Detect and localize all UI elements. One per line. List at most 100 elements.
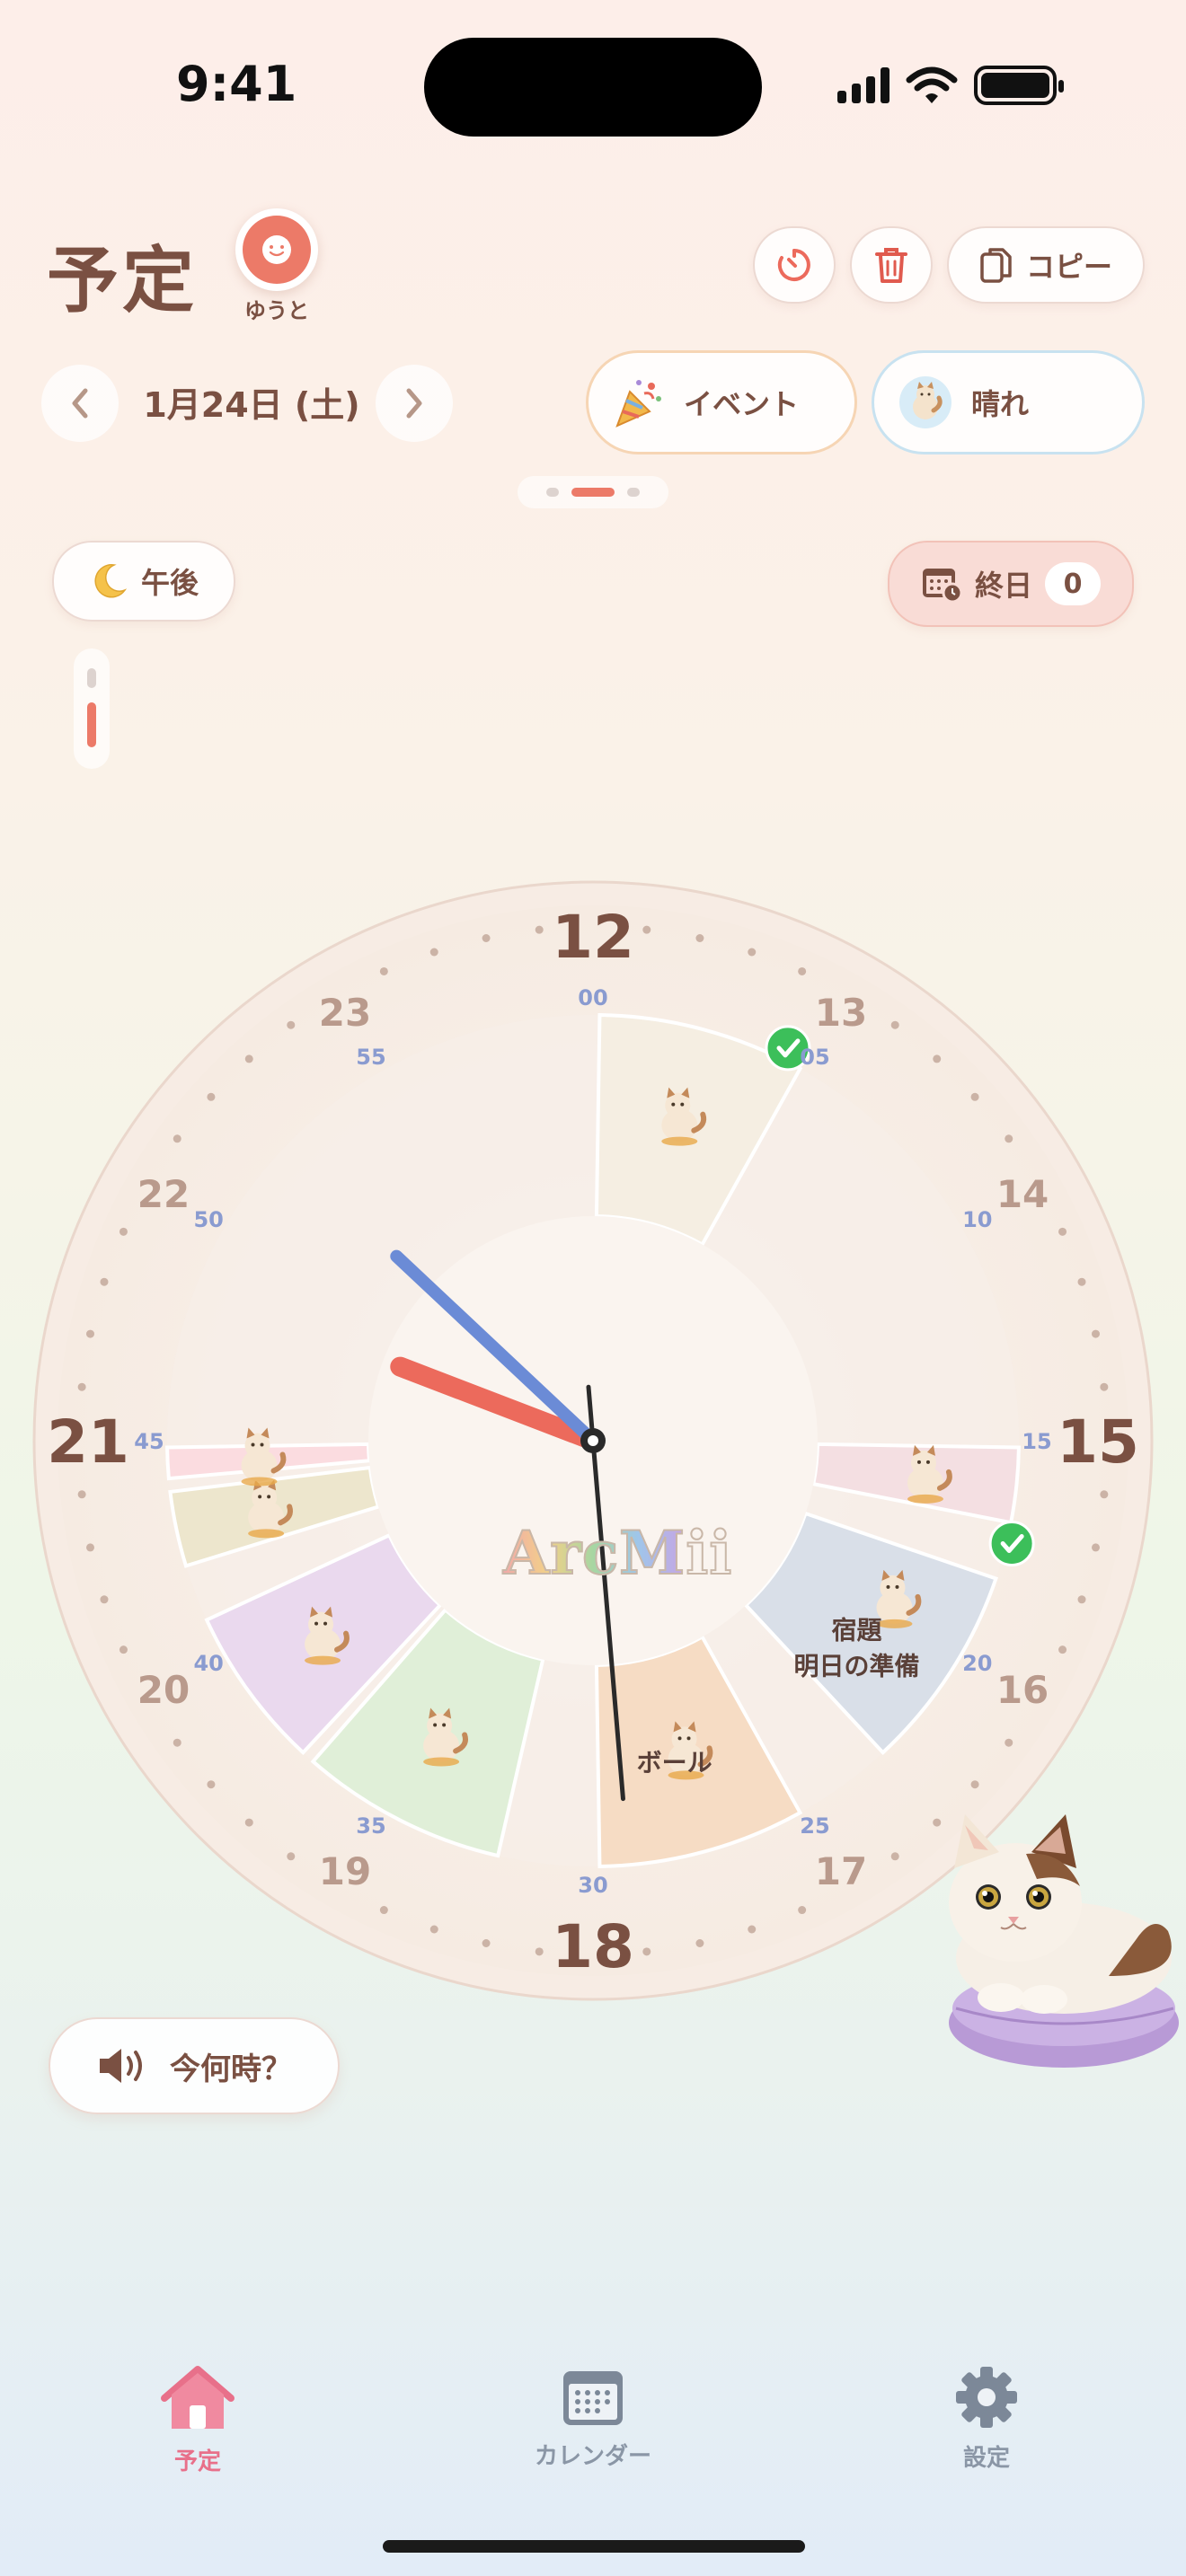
hour-label: 13 [815, 991, 867, 1035]
hour-label: 17 [815, 1849, 867, 1893]
tab-calendar-label: カレンダー [534, 2443, 651, 2470]
user-avatar[interactable] [235, 208, 318, 291]
speak-time-button[interactable]: 今何時？ [49, 2017, 340, 2114]
minute-tick [748, 948, 757, 957]
minute-tick [798, 1906, 807, 1915]
wifi-icon [906, 66, 958, 103]
minute-tick [642, 925, 651, 934]
minute-tick [244, 1818, 253, 1827]
minute-tick [1077, 1595, 1086, 1604]
minute-tick [173, 1738, 181, 1747]
hour-label: 14 [996, 1172, 1049, 1216]
copy-button[interactable]: コピー [947, 226, 1145, 304]
tab-settings-label: 設定 [962, 2445, 1010, 2472]
minute-label: 30 [578, 1873, 607, 1898]
minute-label: 20 [962, 1651, 992, 1676]
sunny-cat-icon [899, 376, 951, 428]
minute-label: 45 [134, 1429, 164, 1454]
hour-label: 22 [137, 1172, 190, 1216]
delete-button[interactable] [850, 226, 933, 304]
hour-label: 12 [552, 903, 634, 972]
minute-tick [482, 1939, 491, 1948]
minute-tick [970, 1092, 979, 1101]
minute-tick [642, 1947, 651, 1956]
minute-tick [970, 1780, 979, 1789]
copy-label: コピー [1025, 250, 1112, 284]
minute-label: 25 [800, 1813, 829, 1839]
all-day-count: 0 [1045, 562, 1101, 605]
chevron-right-icon [406, 388, 422, 419]
minute-tick [890, 1020, 899, 1029]
minute-tick [244, 1054, 253, 1063]
minute-label: 55 [356, 1045, 385, 1070]
minute-tick [1092, 1543, 1101, 1552]
minute-tick [287, 1020, 296, 1029]
segment-label: ボール [637, 1748, 712, 1778]
minute-tick [119, 1645, 128, 1654]
page-indicator[interactable] [518, 476, 668, 508]
minute-tick [77, 1490, 86, 1499]
moon-icon [94, 564, 128, 598]
minute-tick [207, 1092, 216, 1101]
party-popper-icon [615, 380, 661, 428]
event-button[interactable]: イベント [586, 350, 857, 454]
hand-pivot-center [588, 1435, 598, 1446]
speaker-icon [100, 2049, 142, 2083]
weather-button[interactable]: 晴れ [872, 350, 1145, 454]
minute-tick [1058, 1227, 1067, 1236]
gear-icon [956, 2367, 1017, 2428]
hour-label: 19 [319, 1849, 371, 1893]
minute-tick [1005, 1738, 1013, 1747]
minute-tick [798, 966, 807, 975]
minute-tick [287, 1852, 296, 1861]
minute-tick [1058, 1645, 1067, 1654]
smiley-icon [243, 216, 311, 284]
hour-label: 21 [47, 1407, 129, 1477]
hour-label: 20 [137, 1668, 190, 1712]
home-indicator [383, 2540, 805, 2553]
page-dot-active [571, 488, 615, 497]
hour-label: 16 [996, 1668, 1049, 1712]
minute-tick [1100, 1490, 1109, 1499]
minute-tick [379, 966, 388, 975]
minute-tick [535, 1947, 544, 1956]
minute-label: 35 [356, 1813, 385, 1839]
minute-tick [1100, 1382, 1109, 1391]
trash-icon [875, 248, 907, 283]
page-title: 予定 [47, 239, 198, 322]
dynamic-island [424, 38, 762, 137]
arcmii-logo: ArcMii [502, 1517, 733, 1589]
scroll-thumb [87, 702, 96, 747]
all-day-button[interactable]: 終日 0 [888, 541, 1134, 627]
speak-label: 今何時？ [170, 2051, 292, 2087]
minute-tick [85, 1543, 94, 1552]
minute-tick [77, 1382, 86, 1391]
next-day-button[interactable] [376, 365, 453, 442]
timer-button[interactable] [753, 226, 836, 304]
minute-label: 05 [800, 1045, 829, 1070]
tab-settings[interactable]: 設定 [879, 2364, 1094, 2473]
minute-tick [100, 1595, 109, 1604]
copy-icon [980, 248, 1012, 283]
minute-label: 15 [1022, 1429, 1051, 1454]
tab-calendar[interactable]: カレンダー [485, 2364, 701, 2471]
check-icon [988, 1520, 1035, 1566]
battery-icon [974, 66, 1064, 105]
minute-tick [933, 1054, 942, 1063]
am-pm-toggle[interactable]: 午後 [52, 541, 235, 622]
current-date[interactable]: 1月24日 (土) [135, 377, 368, 427]
previous-day-button[interactable] [41, 365, 119, 442]
minute-tick [482, 933, 491, 942]
minute-tick [1077, 1277, 1086, 1286]
tab-schedule[interactable]: 予定 [90, 2364, 305, 2476]
page-dot [546, 488, 559, 497]
minute-tick [1005, 1134, 1013, 1143]
scroll-track [87, 668, 96, 688]
hour-label: 18 [552, 1912, 634, 1981]
calendar-icon [563, 2371, 623, 2425]
minute-tick [85, 1329, 94, 1338]
minute-label: 40 [193, 1651, 223, 1676]
period-scroll-indicator[interactable] [74, 648, 110, 769]
minute-tick [890, 1852, 899, 1861]
minute-tick [119, 1227, 128, 1236]
